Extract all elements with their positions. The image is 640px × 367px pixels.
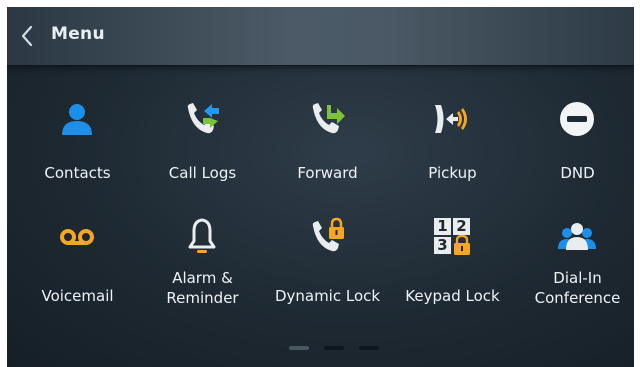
dynamic-lock-icon bbox=[312, 217, 344, 252]
menu-item-label: Dial-In Conference bbox=[515, 268, 634, 308]
page-title: Menu bbox=[51, 24, 105, 44]
menu-item-label-line2: Reminder bbox=[166, 289, 239, 307]
keypad-key-3: 3 bbox=[434, 237, 451, 254]
voicemail-icon bbox=[60, 229, 94, 245]
page-dot-1[interactable] bbox=[289, 346, 309, 350]
padlock-icon bbox=[454, 235, 470, 255]
menu-item-dial-in-conference[interactable]: Dial-In Conference bbox=[515, 65, 634, 307]
menu-item-label-line1: Alarm & bbox=[172, 269, 233, 287]
keypad-key-2: 2 bbox=[453, 218, 470, 235]
menu-item-voicemail[interactable]: Voicemail bbox=[15, 65, 140, 305]
alarm-bell-icon bbox=[188, 218, 216, 253]
menu-item-label: Alarm & Reminder bbox=[140, 268, 265, 308]
menu-grid: Contacts Call Logs Forward Pickup DND Vo… bbox=[7, 65, 634, 335]
conference-icon bbox=[558, 223, 596, 250]
menu-item-label: Voicemail bbox=[41, 287, 114, 305]
phone-screen: Menu Contacts Call Logs Forward Pickup D… bbox=[7, 7, 634, 367]
menu-item-label: Keypad Lock bbox=[405, 287, 500, 305]
menu-item-dynamic-lock[interactable]: Dynamic Lock bbox=[265, 65, 390, 305]
menu-item-label: Dynamic Lock bbox=[274, 287, 381, 305]
page-indicator bbox=[7, 346, 634, 352]
keypad-lock-icon: 1 2 3 bbox=[432, 217, 472, 257]
menu-item-label-line2: Conference bbox=[534, 289, 621, 307]
back-chevron-icon[interactable] bbox=[17, 23, 39, 49]
page-dot-3[interactable] bbox=[359, 346, 379, 350]
page-dot-2[interactable] bbox=[324, 346, 344, 350]
header-bar: Menu bbox=[7, 7, 634, 66]
keypad-key-1: 1 bbox=[434, 218, 451, 235]
menu-item-keypad-lock[interactable]: 1 2 3 Keypad Lock bbox=[390, 65, 515, 306]
menu-item-label-line1: Dial-In bbox=[553, 269, 602, 287]
menu-item-alarm-reminder[interactable]: Alarm & Reminder bbox=[140, 65, 265, 307]
